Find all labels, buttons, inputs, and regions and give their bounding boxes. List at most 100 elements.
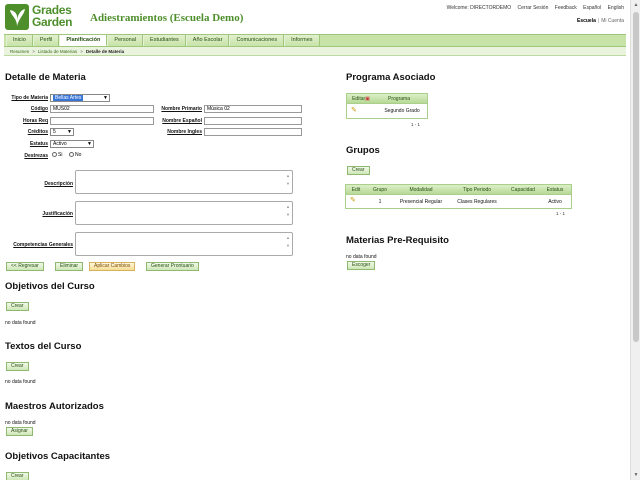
logout-link[interactable]: Cerrar Sesión: [518, 5, 549, 11]
tab-ano-escolar[interactable]: Año Escolar: [185, 35, 230, 46]
tipo-select[interactable]: Bellas Artes ▼: [50, 94, 110, 102]
nombre-ingles-label: Nombre Ingles: [167, 129, 202, 135]
programa-pager: 1 - 1: [411, 122, 421, 127]
textarea-scroll-icon: ▲ ▼: [286, 204, 290, 217]
leaf-icon: [5, 4, 29, 30]
textos-title: Textos del Curso: [5, 341, 82, 352]
capacitantes-crear-button[interactable]: Crear: [6, 472, 29, 480]
school-link[interactable]: Escuela: [577, 18, 596, 24]
textarea-scroll-icon: ▲ ▼: [286, 173, 290, 186]
capacitantes-title: Objetivos Capacitantes: [5, 451, 111, 462]
destrezas-label: Destrezas: [24, 153, 48, 159]
capacidad-cell: [506, 197, 540, 207]
breadcrumb-listado[interactable]: Listado de Materias: [38, 49, 77, 54]
generar-prontuario-button[interactable]: Generar Prontuario: [146, 262, 199, 271]
tab-personal[interactable]: Personal: [107, 35, 144, 46]
estatus-label: Estatus: [29, 141, 48, 147]
main-nav: Inicio Perfil Planificación Personal Est…: [4, 34, 626, 47]
nombre-ingles-input[interactable]: [204, 128, 302, 136]
col-estatus[interactable]: Estatus: [540, 185, 570, 195]
destrezas-no-radio[interactable]: No: [69, 152, 81, 158]
breadcrumb-arrow-icon: >: [32, 49, 35, 54]
competencias-label: Competencias Generales: [13, 242, 73, 248]
col-edit[interactable]: Edit: [347, 185, 365, 195]
tab-inicio[interactable]: Inicio: [6, 35, 33, 46]
grupos-crear-button[interactable]: Crear: [347, 166, 370, 175]
programa-title: Programa Asociado: [346, 72, 436, 83]
programa-table-header: Editar▣ Programa: [347, 94, 427, 104]
top-links: Welcome: DIRECTORDEMO Cerrar Sesión Feed…: [442, 5, 624, 11]
tab-informes[interactable]: Informes: [284, 35, 320, 46]
col-programa[interactable]: Programa: [377, 94, 421, 104]
grupo-cell: 1: [378, 199, 382, 205]
prerequisito-nodata: no data found: [346, 254, 377, 260]
separator: |: [597, 18, 600, 24]
si-label: Si: [58, 152, 63, 158]
chevron-down-icon: ▼: [103, 95, 108, 101]
competencias-textarea[interactable]: ▲ ▼: [75, 232, 293, 256]
scroll-down-icon[interactable]: ▼: [631, 470, 640, 480]
maestros-nodata: no data found: [5, 420, 36, 426]
objetivos-crear-button[interactable]: Crear: [6, 302, 29, 311]
justificacion-textarea[interactable]: ▲ ▼: [75, 201, 293, 225]
creditos-label: Créditos: [27, 129, 48, 135]
edit-pencil-icon[interactable]: ✎: [351, 107, 357, 115]
asignar-button[interactable]: Asignar: [6, 427, 33, 436]
edit-pencil-icon[interactable]: ✎: [350, 197, 356, 205]
col-tipo-periodo[interactable]: Tipo Periodo: [449, 185, 505, 195]
estatus-select[interactable]: Activo ▼: [50, 140, 94, 148]
col-editar[interactable]: Editar▣: [349, 94, 373, 104]
maestros-title: Maestros Autorizados: [5, 401, 104, 412]
col-modalidad[interactable]: Modalidad: [395, 185, 447, 195]
grupos-pager: 1 - 1: [556, 211, 566, 216]
spanish-link[interactable]: Español: [583, 5, 601, 11]
programa-table: Editar▣ Programa ✎ Segundo Grado: [346, 93, 428, 119]
descripcion-label: Descripción: [44, 181, 73, 187]
tab-planificacion[interactable]: Planificación: [59, 35, 108, 46]
scroll-up-icon[interactable]: ▲: [631, 0, 640, 10]
school-links: Escuela | Mi Cuenta: [577, 18, 624, 24]
destrezas-si-radio[interactable]: Si: [52, 152, 62, 158]
codigo-input[interactable]: MUS02: [50, 105, 154, 113]
objetivos-nodata: no data found: [5, 320, 36, 326]
descripcion-textarea[interactable]: ▲ ▼: [75, 170, 293, 194]
estatus-value: Activo: [53, 141, 67, 147]
creditos-select[interactable]: 5 ▼: [50, 128, 74, 136]
logo-line-2: Garden: [32, 15, 73, 29]
grades-garden-logo[interactable]: Grades Garden: [5, 4, 85, 30]
page-scrollbar[interactable]: ▲ ▼: [630, 0, 640, 480]
radio-circle-icon: [52, 152, 57, 158]
nombre-espanol-input[interactable]: [204, 117, 302, 125]
justificacion-label: Justificación: [42, 211, 73, 217]
aplicar-cambios-button[interactable]: Aplicar Cambios: [89, 262, 136, 271]
tab-comunicaciones[interactable]: Comunicaciones: [229, 35, 285, 46]
col-grupo[interactable]: Grupo: [366, 185, 394, 195]
textos-crear-button[interactable]: Crear: [6, 362, 29, 371]
prerequisito-title: Materias Pre-Requisito: [346, 235, 449, 246]
creditos-value: 5: [53, 129, 56, 135]
estatus-cell: Activo: [548, 199, 562, 205]
programa-cell: Segundo Grado: [384, 108, 420, 114]
header: Grades Garden Adiestramientos (Escuela D…: [0, 0, 630, 34]
feedback-link[interactable]: Feedback: [555, 5, 577, 11]
modalidad-cell: Presencial Regular: [399, 199, 443, 205]
objetivos-title: Objetivos del Curso: [5, 281, 95, 292]
horas-input[interactable]: [50, 117, 154, 125]
grupos-title: Grupos: [346, 145, 380, 156]
nombre-primario-input[interactable]: Música 02: [204, 105, 302, 113]
tab-perfil[interactable]: Perfil: [32, 35, 60, 46]
tipo-value: Bellas Artes: [53, 95, 84, 101]
textos-nodata: no data found: [5, 379, 36, 385]
editar-header-label: Editar: [352, 96, 366, 102]
escoger-button[interactable]: Escoger: [347, 261, 376, 270]
breadcrumb-resumen[interactable]: Resumen: [10, 49, 29, 54]
my-account-link[interactable]: Mi Cuenta: [601, 18, 624, 24]
scroll-thumb[interactable]: [633, 12, 639, 342]
eliminar-button[interactable]: Eliminar: [55, 262, 84, 271]
breadcrumb-current: Detalle de Materia: [85, 49, 125, 54]
english-link[interactable]: English: [608, 5, 624, 11]
regresar-button[interactable]: << Regresar: [6, 262, 44, 271]
chevron-down-icon: ▼: [67, 129, 72, 135]
tab-estudiantes[interactable]: Estudiantes: [143, 35, 186, 46]
col-capacidad[interactable]: Capacidad: [506, 185, 540, 195]
